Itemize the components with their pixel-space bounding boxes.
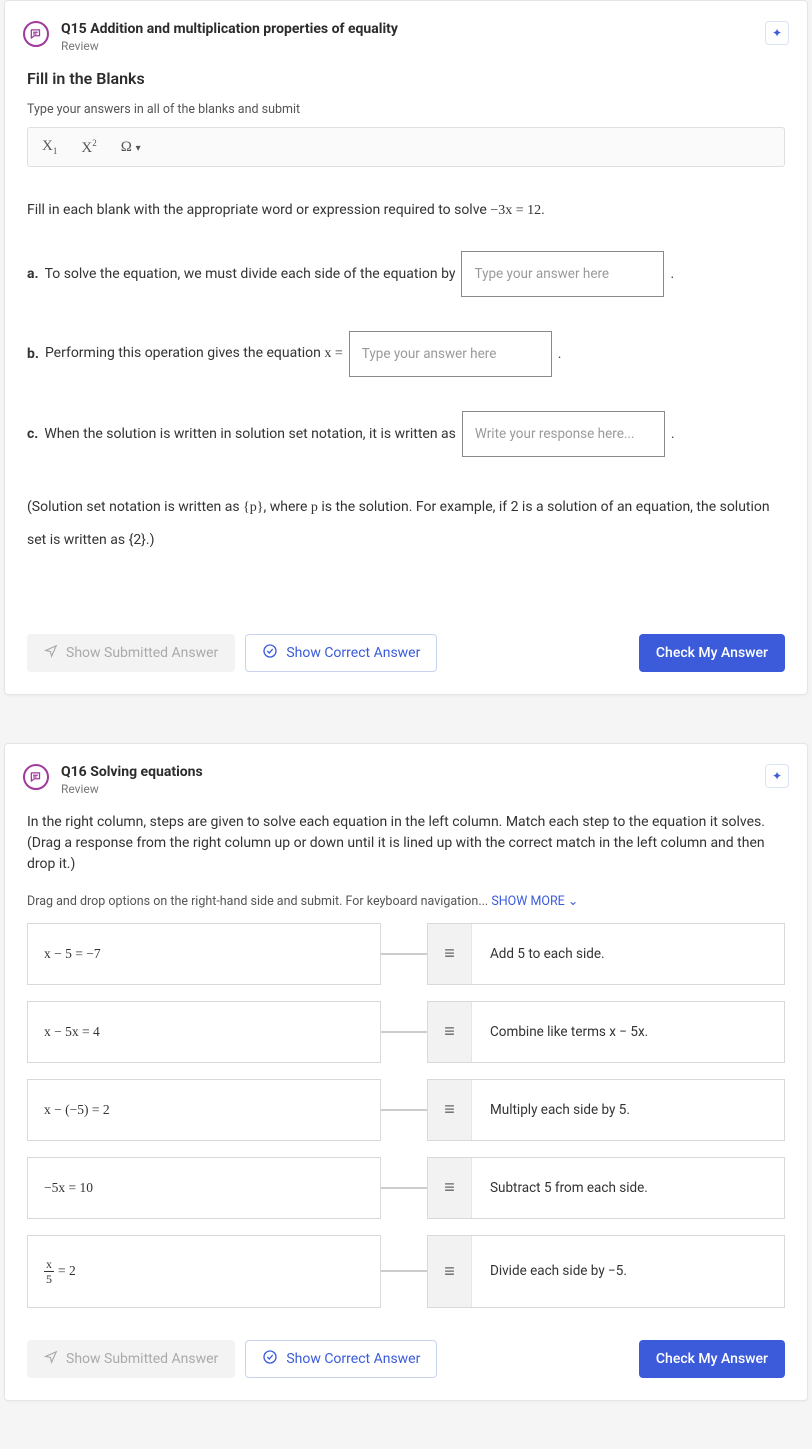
question-bubble-icon [23, 764, 49, 790]
connector-line [381, 1001, 427, 1063]
show-correct-button[interactable]: Show Correct Answer [245, 1340, 437, 1378]
question-title: Q15 Addition and multiplication properti… [61, 21, 765, 37]
check-circle-icon [262, 643, 278, 663]
step-text: Combine like terms x − 5x. [472, 1002, 666, 1062]
favorite-button[interactable]: ✦ [765, 21, 789, 45]
answer-input-a[interactable] [461, 251, 664, 297]
check-circle-icon [262, 1349, 278, 1369]
step-box[interactable]: ≡ Subtract 5 from each side. [427, 1157, 785, 1219]
step-text: Multiply each side by 5. [472, 1080, 648, 1140]
connector-line [381, 1079, 427, 1141]
card-header: Q15 Addition and multiplication properti… [5, 1, 807, 65]
card-footer: Show Submitted Answer Show Correct Answe… [5, 624, 807, 694]
step-text: Add 5 to each side. [472, 924, 623, 984]
chevron-down-icon: ▾ [136, 143, 141, 154]
hint-text: (Solution set notation is written as {p}… [27, 491, 785, 558]
equation-box: x5 = 2 [27, 1235, 381, 1308]
math-toolbar: X1 X2 Ω ▾ [27, 127, 785, 167]
card-footer: Show Submitted Answer Show Correct Answe… [5, 1330, 807, 1400]
question-title: Q16 Solving equations [61, 764, 765, 780]
answer-input-c[interactable] [462, 411, 665, 457]
question-subtitle: Review [61, 39, 765, 53]
match-row: x − 5x = 4 ≡ Combine like terms x − 5x. [27, 1001, 785, 1063]
prompt-text: Fill in each blank with the appropriate … [27, 195, 785, 227]
drag-handle-icon[interactable]: ≡ [428, 1236, 472, 1307]
part-c: c. When the solution is written in solut… [27, 411, 785, 457]
question-subtitle: Review [61, 782, 765, 796]
check-answer-button[interactable]: Check My Answer [639, 1340, 785, 1378]
favorite-button[interactable]: ✦ [765, 764, 789, 788]
check-answer-button[interactable]: Check My Answer [639, 634, 785, 672]
match-row: x5 = 2 ≡ Divide each side by −5. [27, 1235, 785, 1308]
question-description: In the right column, steps are given to … [27, 812, 785, 875]
equation-box: −5x = 10 [27, 1157, 381, 1219]
match-row: x − 5 = −7 ≡ Add 5 to each side. [27, 923, 785, 985]
paper-plane-icon [44, 1350, 58, 1368]
subscript-button[interactable]: X1 [42, 138, 57, 156]
star-icon: ✦ [772, 769, 782, 783]
card-header: Q16 Solving equations Review ✦ [5, 744, 807, 808]
connector-line [381, 1157, 427, 1219]
answer-input-b[interactable] [349, 331, 552, 377]
step-text: Subtract 5 from each side. [472, 1158, 666, 1218]
step-box[interactable]: ≡ Combine like terms x − 5x. [427, 1001, 785, 1063]
paper-plane-icon [44, 644, 58, 662]
symbol-menu-button[interactable]: Ω ▾ [121, 139, 141, 156]
instruction-text: Type your answers in all of the blanks a… [27, 102, 785, 117]
star-icon: ✦ [772, 26, 782, 40]
superscript-button[interactable]: X2 [81, 138, 96, 157]
drag-handle-icon[interactable]: ≡ [428, 1080, 472, 1140]
step-box[interactable]: ≡ Divide each side by −5. [427, 1235, 785, 1308]
connector-line [381, 1235, 427, 1308]
equation-box: x − (−5) = 2 [27, 1079, 381, 1141]
drag-instruction: Drag and drop options on the right-hand … [27, 893, 785, 909]
drag-handle-icon[interactable]: ≡ [428, 924, 472, 984]
drag-handle-icon[interactable]: ≡ [428, 1158, 472, 1218]
step-box[interactable]: ≡ Add 5 to each side. [427, 923, 785, 985]
match-row: −5x = 10 ≡ Subtract 5 from each side. [27, 1157, 785, 1219]
show-correct-button[interactable]: Show Correct Answer [245, 634, 437, 672]
step-text: Divide each side by −5. [472, 1236, 645, 1307]
equation-box: x − 5x = 4 [27, 1001, 381, 1063]
question-card-q16: Q16 Solving equations Review ✦ In the ri… [4, 743, 808, 1401]
question-bubble-icon [23, 21, 49, 47]
question-card-q15: Q15 Addition and multiplication properti… [4, 0, 808, 695]
show-more-link[interactable]: SHOW MORE ⌄ [491, 894, 578, 909]
equation-box: x − 5 = −7 [27, 923, 381, 985]
part-a: a. To solve the equation, we must divide… [27, 251, 785, 297]
drag-handle-icon[interactable]: ≡ [428, 1002, 472, 1062]
match-grid: x − 5 = −7 ≡ Add 5 to each side. x − 5x … [27, 923, 785, 1308]
step-box[interactable]: ≡ Multiply each side by 5. [427, 1079, 785, 1141]
chevron-down-icon: ⌄ [568, 894, 578, 909]
match-row: x − (−5) = 2 ≡ Multiply each side by 5. [27, 1079, 785, 1141]
connector-line [381, 923, 427, 985]
show-submitted-button: Show Submitted Answer [27, 634, 235, 672]
show-submitted-button: Show Submitted Answer [27, 1340, 235, 1378]
section-title: Fill in the Blanks [27, 69, 785, 88]
part-b: b. Performing this operation gives the e… [27, 331, 785, 377]
